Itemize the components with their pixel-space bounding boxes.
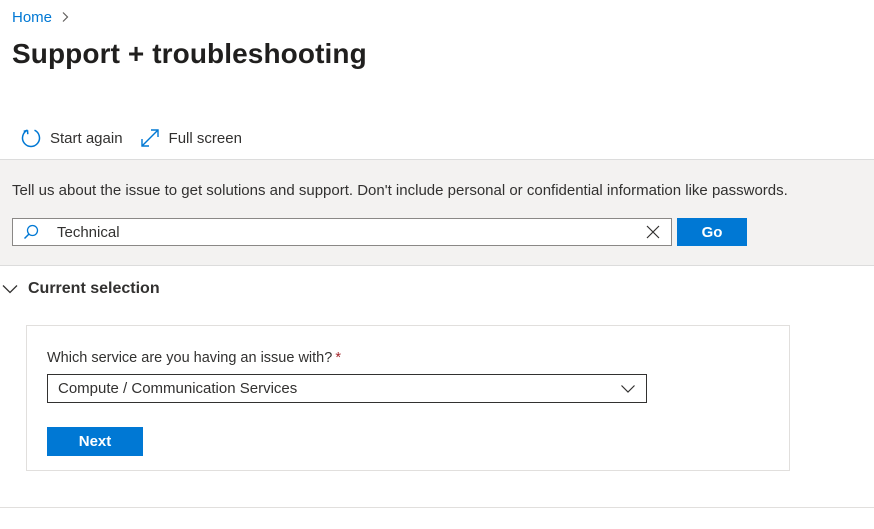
search-icon — [21, 222, 41, 242]
support-page: Home Support + troubleshooting Start aga… — [0, 0, 874, 529]
service-dropdown[interactable]: Compute / Communication Services — [47, 374, 647, 403]
service-selection-card: Which service are you having an issue wi… — [26, 325, 790, 471]
refresh-icon — [20, 127, 42, 149]
issue-panel: Tell us about the issue to get solutions… — [0, 159, 874, 266]
next-button[interactable]: Next — [47, 427, 143, 456]
service-field-label: Which service are you having an issue wi… — [47, 350, 341, 366]
chevron-right-icon — [60, 11, 70, 23]
breadcrumb-home-link[interactable]: Home — [12, 9, 52, 26]
start-again-button[interactable]: Start again — [12, 124, 131, 152]
service-dropdown-value: Compute / Communication Services — [58, 380, 298, 397]
current-selection-heading: Current selection — [28, 280, 160, 297]
issue-search-input[interactable] — [55, 219, 639, 245]
issue-search-box — [12, 218, 672, 246]
required-marker: * — [335, 350, 341, 366]
close-icon[interactable] — [639, 219, 667, 245]
page-title: Support + troubleshooting — [12, 38, 367, 69]
breadcrumb: Home — [12, 7, 70, 27]
current-selection-toggle[interactable]: Current selection — [0, 277, 160, 301]
chevron-down-icon — [0, 279, 20, 299]
full-screen-label: Full screen — [168, 129, 242, 147]
full-screen-button[interactable]: Full screen — [131, 124, 250, 152]
chevron-down-icon — [616, 377, 640, 401]
divider — [0, 507, 874, 508]
go-button[interactable]: Go — [677, 218, 747, 246]
service-question-text: Which service are you having an issue wi… — [47, 350, 333, 366]
start-again-label: Start again — [50, 129, 123, 147]
expand-icon — [139, 127, 161, 149]
toolbar: Start again Full screen — [12, 124, 250, 152]
issue-instructions: Tell us about the issue to get solutions… — [12, 182, 788, 199]
